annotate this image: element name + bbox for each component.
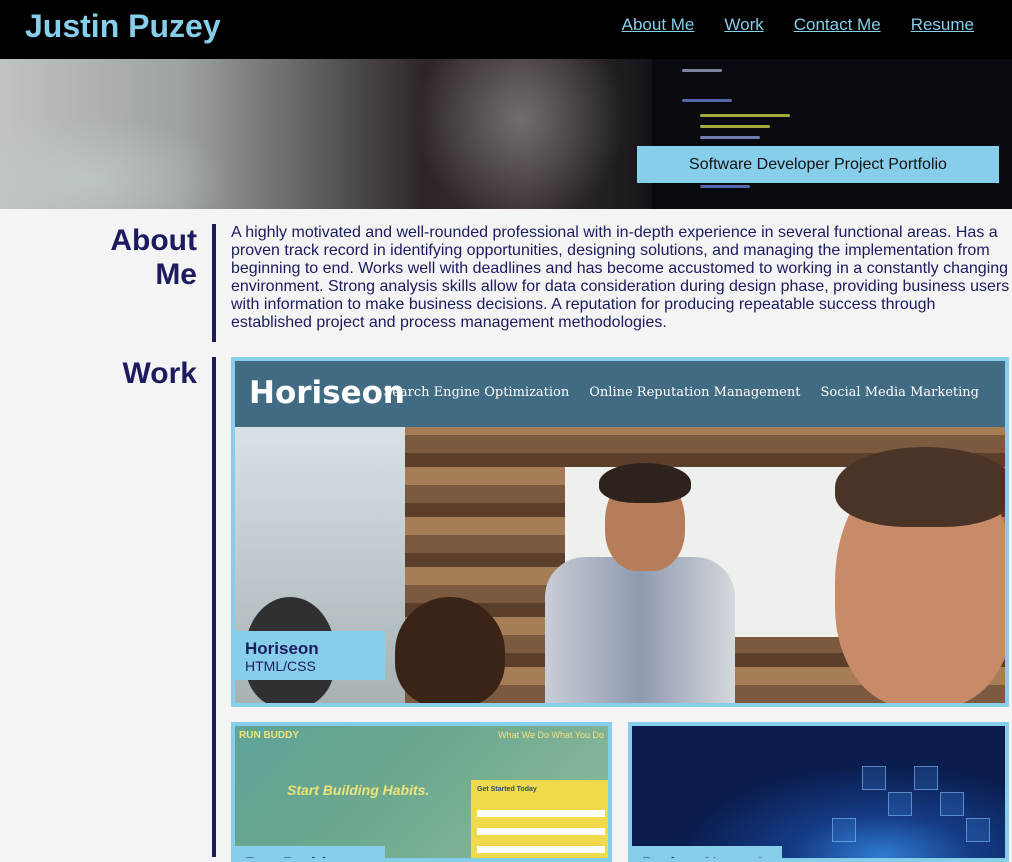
run-buddy-nav-preview: What We Do What You Do: [498, 730, 604, 740]
hero-banner: Software Developer Project Portfolio: [637, 146, 999, 183]
nav-link-resume[interactable]: Resume: [911, 15, 974, 35]
project-name: Horiseon: [245, 639, 319, 658]
work-divider: [212, 357, 216, 857]
person-head-2: [395, 597, 505, 703]
run-buddy-logo: RUN BUDDY: [239, 730, 299, 741]
run-buddy-form-field: [477, 828, 605, 835]
project-name: Project Name 2: [642, 854, 770, 858]
about-heading-line2: Me: [155, 258, 197, 291]
horiseon-nav-item: Online Reputation Management: [589, 385, 801, 400]
project-label-project-name-2: Project Name 2: [632, 846, 782, 858]
grid-square: [862, 766, 886, 790]
about-heading-line1: About: [110, 224, 197, 257]
nav-link-about-me[interactable]: About Me: [622, 15, 695, 35]
grid-square: [966, 818, 990, 842]
project-card-project-name-2[interactable]: Project Name 2: [628, 722, 1009, 862]
main-nav: About Me Work Contact Me Resume: [622, 15, 974, 35]
nav-link-contact-me[interactable]: Contact Me: [794, 15, 881, 35]
person-shirt: [545, 557, 735, 703]
project-name: Run Buddy: [245, 854, 373, 858]
grid-square: [832, 818, 856, 842]
grid-square: [914, 766, 938, 790]
site-header: Justin Puzey About Me Work Contact Me Re…: [0, 0, 1012, 59]
run-buddy-form-title: Get Started Today: [477, 786, 537, 793]
project-card-run-buddy[interactable]: RUN BUDDY What We Do What You Do Start B…: [231, 722, 612, 862]
horiseon-header-preview: Horiseon Search Engine Optimization Onli…: [235, 361, 1005, 427]
about-heading: About Me: [110, 224, 197, 292]
project-card-horiseon[interactable]: Horiseon Search Engine Optimization Onli…: [231, 357, 1009, 707]
grid-square: [888, 792, 912, 816]
site-brand[interactable]: Justin Puzey: [25, 8, 221, 44]
nav-link-work[interactable]: Work: [724, 15, 763, 35]
person-hair-3: [835, 447, 1005, 527]
project-label-horiseon: Horiseon HTML/CSS: [235, 631, 385, 680]
hero-code-screen: [652, 59, 1012, 209]
hero-image: [0, 59, 1012, 209]
horiseon-logo: Horiseon: [249, 375, 405, 411]
horiseon-nav-item: Social Media Marketing: [820, 385, 979, 400]
horiseon-nav-item: Search Engine Optimization: [383, 385, 570, 400]
run-buddy-form-preview: Get Started Today: [471, 780, 608, 858]
about-text: A highly motivated and well-rounded prof…: [231, 224, 1010, 331]
run-buddy-headline: Start Building Habits.: [287, 782, 430, 798]
horiseon-nav-preview: Search Engine Optimization Online Reputa…: [383, 385, 979, 400]
about-divider: [212, 224, 216, 342]
work-heading: Work: [122, 357, 197, 390]
grid-square: [940, 792, 964, 816]
person-hair: [599, 463, 691, 503]
project-tech: HTML/CSS: [245, 658, 316, 674]
run-buddy-form-field: [477, 846, 605, 853]
project-label-run-buddy: Run Buddy: [235, 846, 385, 858]
run-buddy-form-field: [477, 810, 605, 817]
